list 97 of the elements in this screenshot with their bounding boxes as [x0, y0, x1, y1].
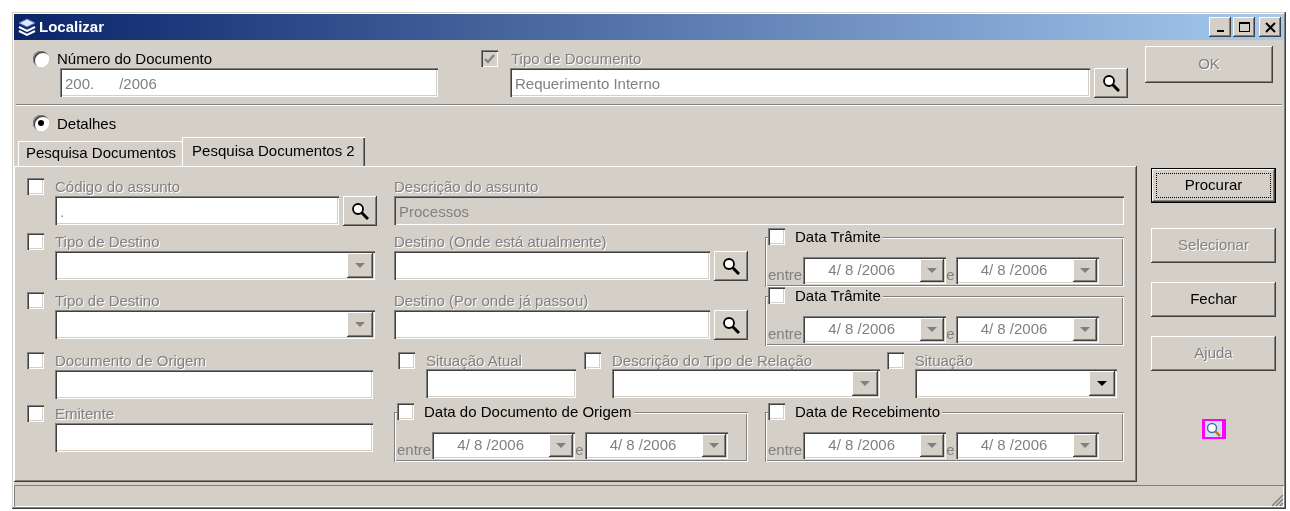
- dropdown-button[interactable]: [920, 258, 945, 282]
- checkbox[interactable]: [886, 351, 904, 369]
- field-label: Descrição do assunto: [394, 177, 540, 195]
- input-field[interactable]: [394, 309, 710, 339]
- field-label: Detalhes: [57, 115, 117, 132]
- date-picker[interactable]: 4/ 8 /2006: [955, 431, 1099, 459]
- field-label: Destino (Por onde já passou): [394, 291, 590, 309]
- input-field[interactable]: [55, 422, 373, 452]
- dropdown-button[interactable]: [920, 433, 945, 457]
- search-document-icon: [1200, 417, 1227, 440]
- dropdown-button[interactable]: [1072, 317, 1097, 341]
- maximize-icon: [1238, 22, 1250, 32]
- caret-icon: [927, 442, 938, 448]
- field-label: Documento de Origem: [55, 351, 206, 369]
- input-field[interactable]: Processos: [394, 195, 1124, 225]
- tab[interactable]: Pesquisa Documentos: [18, 140, 185, 166]
- minimize-button[interactable]: [1209, 17, 1231, 37]
- resize-grip-icon: [1270, 493, 1284, 507]
- date-picker[interactable]: 4/ 8 /2006: [803, 256, 947, 284]
- search-button[interactable]: [714, 250, 748, 281]
- input-field[interactable]: [55, 369, 373, 399]
- input-field[interactable]: [394, 250, 710, 280]
- caret-icon: [927, 326, 938, 332]
- range-label: entre: [768, 441, 803, 458]
- field-label: Emitente: [55, 404, 115, 422]
- checkbox[interactable]: [397, 402, 414, 420]
- field-label: Número do Documento: [57, 50, 213, 67]
- input-field[interactable]: [426, 368, 576, 398]
- range-separator: e: [946, 266, 955, 283]
- field-label: Data de Recebimento: [795, 402, 941, 420]
- search-button[interactable]: [1094, 68, 1128, 98]
- date-picker[interactable]: 4/ 8 /2006: [803, 315, 947, 343]
- input-field[interactable]: 200. /2006: [60, 68, 438, 97]
- field-label: Tipo de Destino: [55, 291, 160, 309]
- checkbox[interactable]: [768, 402, 785, 420]
- caret-icon: [1079, 326, 1090, 332]
- window-title: Localizar: [39, 16, 105, 37]
- minimize-icon: [1216, 30, 1224, 32]
- search-button[interactable]: [343, 195, 377, 226]
- range-separator: e: [575, 441, 584, 458]
- dropdown-button[interactable]: [1072, 433, 1097, 457]
- radio-button[interactable]: [33, 115, 49, 132]
- close-icon: [1264, 21, 1276, 33]
- search-icon: [722, 315, 740, 334]
- close-button[interactable]: [1259, 17, 1281, 37]
- field-label: Data Trâmite: [795, 227, 881, 245]
- caret-icon: [1079, 267, 1090, 273]
- dropdown-field[interactable]: [914, 368, 1117, 398]
- range-label: entre: [768, 266, 803, 283]
- field-label: Data do Documento de Origem: [424, 402, 632, 420]
- field-label: Situação Atual: [426, 351, 522, 369]
- maximize-button[interactable]: [1233, 17, 1255, 37]
- caret-icon: [556, 442, 567, 448]
- field-label: Destino (Onde está atualmente): [394, 232, 608, 250]
- stack-icon: [17, 17, 37, 37]
- checkbox[interactable]: [27, 351, 44, 369]
- field-label: Tipo de Destino: [55, 232, 160, 250]
- search-icon: [351, 201, 369, 220]
- date-picker[interactable]: 4/ 8 /2006: [955, 315, 1099, 343]
- range-separator: e: [946, 441, 955, 458]
- range-label: entre: [768, 325, 803, 342]
- field-label: Descrição do Tipo de Relação: [611, 351, 813, 369]
- field-label: Data Trâmite: [795, 286, 881, 304]
- caret-icon: [1079, 442, 1090, 448]
- search-icon: [722, 256, 740, 275]
- caret-icon: [708, 442, 719, 448]
- checkbox[interactable]: [768, 227, 785, 245]
- caret-icon: [355, 262, 365, 268]
- caret-icon: [1096, 380, 1107, 386]
- date-picker[interactable]: 4/ 8 /2006: [432, 431, 576, 459]
- tab[interactable]: Pesquisa Documentos 2: [182, 136, 365, 166]
- range-separator: e: [946, 325, 955, 342]
- dropdown-button[interactable]: [1072, 258, 1097, 282]
- dialog-button[interactable]: Procurar: [1151, 167, 1276, 203]
- check-icon: [484, 53, 495, 64]
- dialog-button[interactable]: Fechar: [1151, 281, 1276, 317]
- date-picker[interactable]: 4/ 8 /2006: [955, 256, 1099, 284]
- field-label: Tipo de Documento: [511, 50, 642, 67]
- range-label: entre: [397, 441, 432, 458]
- date-picker[interactable]: 4/ 8 /2006: [584, 431, 728, 459]
- field-label: Situação: [914, 351, 973, 369]
- search-button[interactable]: [714, 309, 748, 340]
- field-label: Código do assunto: [55, 177, 181, 195]
- checkbox[interactable]: [27, 177, 44, 195]
- dropdown-button[interactable]: [1088, 370, 1115, 396]
- caret-icon: [355, 321, 365, 327]
- dropdown-button[interactable]: [701, 433, 726, 457]
- search-icon: [1102, 74, 1120, 92]
- input-field[interactable]: .: [55, 195, 339, 225]
- checkbox[interactable]: [398, 351, 415, 369]
- caret-icon: [927, 267, 938, 273]
- date-picker[interactable]: 4/ 8 /2006: [803, 431, 947, 459]
- dropdown-button[interactable]: [920, 317, 945, 341]
- checkbox[interactable]: [27, 404, 44, 422]
- dropdown-button[interactable]: [549, 433, 574, 457]
- radio-button[interactable]: [33, 50, 49, 67]
- caret-icon: [859, 380, 870, 386]
